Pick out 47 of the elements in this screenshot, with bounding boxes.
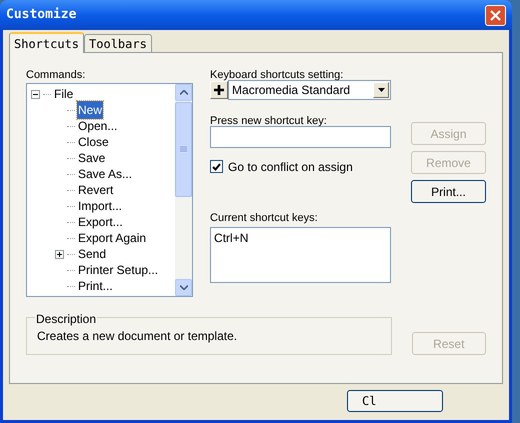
tree-item[interactable]: Save As... <box>77 165 134 183</box>
checkmark-icon <box>212 162 222 170</box>
caret-down-icon <box>378 88 384 92</box>
commands-tree[interactable]: File New Open... Close Save Save As... Revert Import... Export... Export Again Send Printer Setup... Print... <box>26 83 194 297</box>
tree-item[interactable]: Export Again <box>77 229 148 247</box>
tree-item[interactable]: Printer Setup... <box>77 261 160 279</box>
setting-label: Keyboard shortcuts setting: <box>210 68 344 82</box>
grip-icon <box>180 146 188 153</box>
caret-up-icon <box>180 90 188 95</box>
current-keys-list[interactable]: Ctrl+N <box>210 227 391 283</box>
close-icon <box>490 10 501 20</box>
scrollbar[interactable] <box>175 84 192 296</box>
new-shortcut-label: Press new shortcut key: <box>210 114 328 128</box>
commands-label: Commands: <box>26 68 86 82</box>
checkbox-label[interactable]: Go to conflict on assign <box>228 158 353 176</box>
dropdown-button[interactable] <box>373 82 389 98</box>
tree-item[interactable]: Print... <box>77 277 114 295</box>
tree-item[interactable]: Send <box>77 245 108 263</box>
tab[interactable]: Shortcuts <box>9 32 84 53</box>
description-text: Creates a new document or template. <box>37 329 238 343</box>
add-button[interactable] <box>210 81 228 99</box>
shortcut-key[interactable]: Ctrl+N <box>214 229 390 247</box>
expand-icon[interactable] <box>55 250 64 258</box>
tree-item[interactable]: File <box>53 85 74 103</box>
scroll-down-button[interactable] <box>175 279 192 296</box>
shortcut-input-field[interactable] <box>210 126 391 148</box>
tree-item[interactable]: Export... <box>77 213 124 231</box>
setting-dropdown[interactable]: Macromedia Standard <box>228 80 391 100</box>
tree-item[interactable]: Open... <box>77 117 118 135</box>
checkbox[interactable] <box>210 160 224 173</box>
close-dialog-button[interactable]: Cl <box>347 390 443 412</box>
dropdown-value: Macromedia Standard <box>231 82 352 99</box>
tree-item[interactable]: Close <box>77 133 110 151</box>
current-keys-label: Current shortcut keys: <box>210 211 319 225</box>
tree-item[interactable]: New <box>77 101 104 119</box>
tree-item[interactable]: Import... <box>77 197 124 215</box>
window-title: Customize <box>6 6 76 24</box>
tree-item[interactable]: Save <box>77 149 106 167</box>
scroll-thumb[interactable] <box>175 102 192 197</box>
tab[interactable]: Toolbars <box>84 34 152 52</box>
tree-item[interactable]: Revert <box>77 181 114 199</box>
collapse-icon[interactable] <box>31 90 40 98</box>
caret-down-icon <box>180 285 188 290</box>
action-button[interactable]: Print... <box>411 180 486 203</box>
scroll-up-button[interactable] <box>175 84 192 101</box>
close-button[interactable] <box>485 4 506 26</box>
plus-icon <box>214 85 224 95</box>
